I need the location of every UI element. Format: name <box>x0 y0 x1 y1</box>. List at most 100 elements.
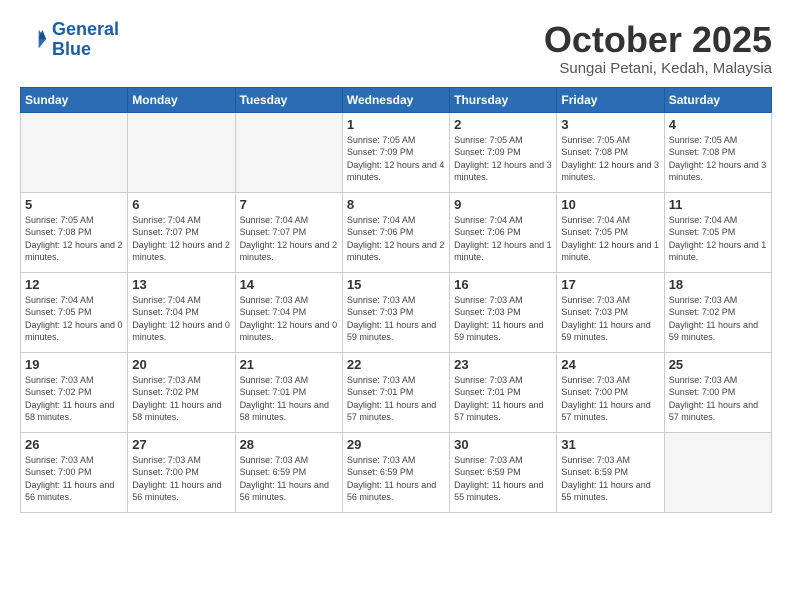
calendar-week-2: 5Sunrise: 7:05 AM Sunset: 7:08 PM Daylig… <box>21 192 772 272</box>
calendar-cell <box>128 112 235 192</box>
calendar-cell: 24 Sunrise: 7:03 AM Sunset: 7:00 PM Dayli… <box>557 352 664 432</box>
day-info: Sunrise: 7:03 AM Sunset: 7:00 PM Dayligh… <box>25 454 123 504</box>
day-number: 25 <box>669 357 767 372</box>
calendar-cell: 17 Sunrise: 7:03 AM Sunset: 7:03 PM Dayli… <box>557 272 664 352</box>
day-header-tuesday: Tuesday <box>235 87 342 112</box>
calendar: SundayMondayTuesdayWednesdayThursdayFrid… <box>20 87 772 513</box>
logo-line2: Blue <box>52 39 91 59</box>
day-number: 28 <box>240 437 338 452</box>
day-header-wednesday: Wednesday <box>342 87 449 112</box>
day-info: Sunrise: 7:04 AM Sunset: 7:06 PM Dayligh… <box>347 214 445 264</box>
calendar-cell: 22 Sunrise: 7:03 AM Sunset: 7:01 PM Dayli… <box>342 352 449 432</box>
calendar-week-1: 1 Sunrise: 7:05 AM Sunset: 7:09 PM Daylig… <box>21 112 772 192</box>
day-header-thursday: Thursday <box>450 87 557 112</box>
day-info: Sunrise: 7:03 AM Sunset: 7:00 PM Dayligh… <box>132 454 230 504</box>
calendar-cell: 14Sunrise: 7:03 AM Sunset: 7:04 PM Dayli… <box>235 272 342 352</box>
day-info: Sunrise: 7:03 AM Sunset: 7:01 PM Dayligh… <box>454 374 552 424</box>
day-info: Sunrise: 7:03 AM Sunset: 7:03 PM Dayligh… <box>347 294 445 344</box>
calendar-cell: 23 Sunrise: 7:03 AM Sunset: 7:01 PM Dayli… <box>450 352 557 432</box>
calendar-cell <box>21 112 128 192</box>
calendar-cell: 27 Sunrise: 7:03 AM Sunset: 7:00 PM Dayli… <box>128 432 235 512</box>
calendar-cell: 9 Sunrise: 7:04 AM Sunset: 7:06 PM Daylig… <box>450 192 557 272</box>
day-info: Sunrise: 7:03 AM Sunset: 7:02 PM Dayligh… <box>25 374 123 424</box>
calendar-cell: 10Sunrise: 7:04 AM Sunset: 7:05 PM Dayli… <box>557 192 664 272</box>
day-number: 7 <box>240 197 338 212</box>
day-info: Sunrise: 7:03 AM Sunset: 7:02 PM Dayligh… <box>669 294 767 344</box>
calendar-week-3: 12Sunrise: 7:04 AM Sunset: 7:05 PM Dayli… <box>21 272 772 352</box>
calendar-cell: 7 Sunrise: 7:04 AM Sunset: 7:07 PM Daylig… <box>235 192 342 272</box>
day-number: 21 <box>240 357 338 372</box>
day-info: Sunrise: 7:03 AM Sunset: 7:03 PM Dayligh… <box>561 294 659 344</box>
day-number: 12 <box>25 277 123 292</box>
day-number: 16 <box>454 277 552 292</box>
day-info: Sunrise: 7:03 AM Sunset: 7:00 PM Dayligh… <box>561 374 659 424</box>
day-number: 11 <box>669 197 767 212</box>
day-number: 1 <box>347 117 445 132</box>
calendar-cell: 8 Sunrise: 7:04 AM Sunset: 7:06 PM Daylig… <box>342 192 449 272</box>
calendar-cell: 19 Sunrise: 7:03 AM Sunset: 7:02 PM Dayli… <box>21 352 128 432</box>
day-number: 15 <box>347 277 445 292</box>
day-info: Sunrise: 7:03 AM Sunset: 6:59 PM Dayligh… <box>347 454 445 504</box>
day-number: 3 <box>561 117 659 132</box>
page: General Blue October 2025 Sungai Petani,… <box>0 0 792 523</box>
calendar-cell: 5Sunrise: 7:05 AM Sunset: 7:08 PM Daylig… <box>21 192 128 272</box>
day-info: Sunrise: 7:03 AM Sunset: 7:03 PM Dayligh… <box>454 294 552 344</box>
calendar-cell: 3 Sunrise: 7:05 AM Sunset: 7:08 PM Daylig… <box>557 112 664 192</box>
calendar-cell: 20Sunrise: 7:03 AM Sunset: 7:02 PM Dayli… <box>128 352 235 432</box>
day-number: 31 <box>561 437 659 452</box>
logo-text: General Blue <box>52 20 119 60</box>
calendar-cell <box>664 432 771 512</box>
calendar-cell: 11 Sunrise: 7:04 AM Sunset: 7:05 PM Dayli… <box>664 192 771 272</box>
logo-line1: General <box>52 19 119 39</box>
day-number: 18 <box>669 277 767 292</box>
day-number: 10 <box>561 197 659 212</box>
calendar-cell: 26 Sunrise: 7:03 AM Sunset: 7:00 PM Dayli… <box>21 432 128 512</box>
day-number: 20 <box>132 357 230 372</box>
day-number: 8 <box>347 197 445 212</box>
calendar-cell <box>235 112 342 192</box>
day-header-friday: Friday <box>557 87 664 112</box>
day-info: Sunrise: 7:04 AM Sunset: 7:07 PM Dayligh… <box>132 214 230 264</box>
subtitle: Sungai Petani, Kedah, Malaysia <box>544 60 772 77</box>
calendar-cell: 16 Sunrise: 7:03 AM Sunset: 7:03 PM Dayli… <box>450 272 557 352</box>
day-number: 19 <box>25 357 123 372</box>
day-info: Sunrise: 7:03 AM Sunset: 6:59 PM Dayligh… <box>561 454 659 504</box>
day-number: 27 <box>132 437 230 452</box>
calendar-cell: 2Sunrise: 7:05 AM Sunset: 7:09 PM Daylig… <box>450 112 557 192</box>
day-number: 17 <box>561 277 659 292</box>
day-number: 30 <box>454 437 552 452</box>
day-info: Sunrise: 7:05 AM Sunset: 7:08 PM Dayligh… <box>561 134 659 184</box>
calendar-cell: 28 Sunrise: 7:03 AM Sunset: 6:59 PM Dayli… <box>235 432 342 512</box>
day-number: 6 <box>132 197 230 212</box>
day-number: 29 <box>347 437 445 452</box>
day-info: Sunrise: 7:03 AM Sunset: 6:59 PM Dayligh… <box>454 454 552 504</box>
title-block: October 2025 Sungai Petani, Kedah, Malay… <box>544 20 772 77</box>
calendar-cell: 21Sunrise: 7:03 AM Sunset: 7:01 PM Dayli… <box>235 352 342 432</box>
day-number: 26 <box>25 437 123 452</box>
calendar-week-4: 19 Sunrise: 7:03 AM Sunset: 7:02 PM Dayli… <box>21 352 772 432</box>
calendar-week-5: 26 Sunrise: 7:03 AM Sunset: 7:00 PM Dayli… <box>21 432 772 512</box>
day-info: Sunrise: 7:03 AM Sunset: 7:01 PM Dayligh… <box>347 374 445 424</box>
day-header-saturday: Saturday <box>664 87 771 112</box>
day-info: Sunrise: 7:04 AM Sunset: 7:06 PM Dayligh… <box>454 214 552 264</box>
logo: General Blue <box>20 20 119 60</box>
day-info: Sunrise: 7:04 AM Sunset: 7:05 PM Dayligh… <box>669 214 767 264</box>
day-info: Sunrise: 7:03 AM Sunset: 7:04 PM Dayligh… <box>240 294 338 344</box>
day-number: 22 <box>347 357 445 372</box>
day-number: 24 <box>561 357 659 372</box>
day-header-sunday: Sunday <box>21 87 128 112</box>
calendar-cell: 4Sunrise: 7:05 AM Sunset: 7:08 PM Daylig… <box>664 112 771 192</box>
calendar-header-row: SundayMondayTuesdayWednesdayThursdayFrid… <box>21 87 772 112</box>
calendar-cell: 12Sunrise: 7:04 AM Sunset: 7:05 PM Dayli… <box>21 272 128 352</box>
day-info: Sunrise: 7:03 AM Sunset: 7:00 PM Dayligh… <box>669 374 767 424</box>
calendar-cell: 15 Sunrise: 7:03 AM Sunset: 7:03 PM Dayli… <box>342 272 449 352</box>
day-info: Sunrise: 7:03 AM Sunset: 6:59 PM Dayligh… <box>240 454 338 504</box>
day-number: 9 <box>454 197 552 212</box>
calendar-cell: 18 Sunrise: 7:03 AM Sunset: 7:02 PM Dayli… <box>664 272 771 352</box>
calendar-cell: 6 Sunrise: 7:04 AM Sunset: 7:07 PM Daylig… <box>128 192 235 272</box>
day-number: 5 <box>25 197 123 212</box>
day-info: Sunrise: 7:04 AM Sunset: 7:07 PM Dayligh… <box>240 214 338 264</box>
day-number: 23 <box>454 357 552 372</box>
day-info: Sunrise: 7:05 AM Sunset: 7:09 PM Dayligh… <box>454 134 552 184</box>
logo-icon <box>20 26 48 54</box>
